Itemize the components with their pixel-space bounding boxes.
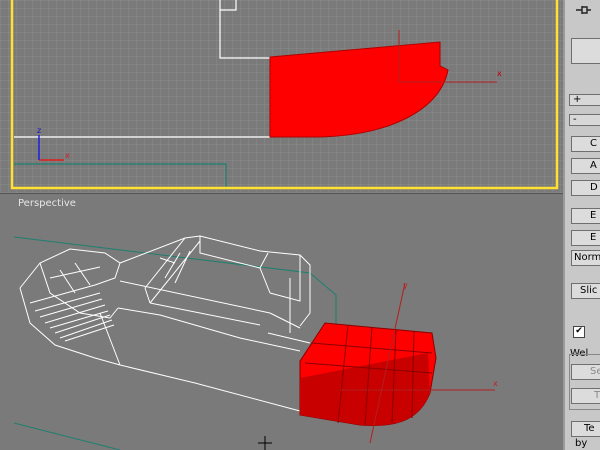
axis-z-label: z xyxy=(37,126,41,135)
persp-bg xyxy=(0,193,563,450)
viewport-label[interactable]: Perspective xyxy=(18,198,76,209)
panel-button-top[interactable] xyxy=(571,38,600,64)
panel-button-e1[interactable]: E xyxy=(571,208,600,224)
panel-button-t[interactable]: T xyxy=(571,388,600,404)
panel-button-e2[interactable]: E xyxy=(571,230,600,246)
rollout-plus[interactable]: + xyxy=(569,94,600,106)
panel-bottom-text: by xyxy=(575,438,588,449)
command-panel: + - C A D E E Norm Slic ✔ Wel Se T Te by xyxy=(563,0,600,450)
panel-button-norm[interactable]: Norm xyxy=(571,250,600,266)
panel-checkbox[interactable]: ✔ xyxy=(573,326,585,338)
panel-button-slice[interactable]: Slic xyxy=(571,283,600,299)
panel-button-te[interactable]: Te xyxy=(571,421,600,437)
viewport-perspective-canvas[interactable]: y x xyxy=(0,193,563,450)
viewport-top-canvas[interactable]: x x z xyxy=(0,0,563,193)
persp-gizmo-y-label: y xyxy=(403,281,408,290)
viewport-top[interactable]: x x z xyxy=(0,0,563,193)
gizmo-x-label: x xyxy=(497,69,502,78)
panel-button-d[interactable]: D xyxy=(571,180,600,196)
rollout-plus-label: + xyxy=(573,94,582,105)
panel-button-a[interactable]: A xyxy=(571,158,600,174)
panel-button-c[interactable]: C xyxy=(571,136,600,152)
panel-button-se[interactable]: Se xyxy=(571,364,600,380)
persp-gizmo-x-label: x xyxy=(493,379,498,388)
axis-x-label: x xyxy=(65,151,70,160)
viewport-perspective[interactable]: y x Perspective xyxy=(0,193,563,450)
pin-icon[interactable] xyxy=(574,2,592,18)
rollout-minus-label: - xyxy=(573,114,577,125)
rollout-minus[interactable]: - xyxy=(569,114,600,126)
